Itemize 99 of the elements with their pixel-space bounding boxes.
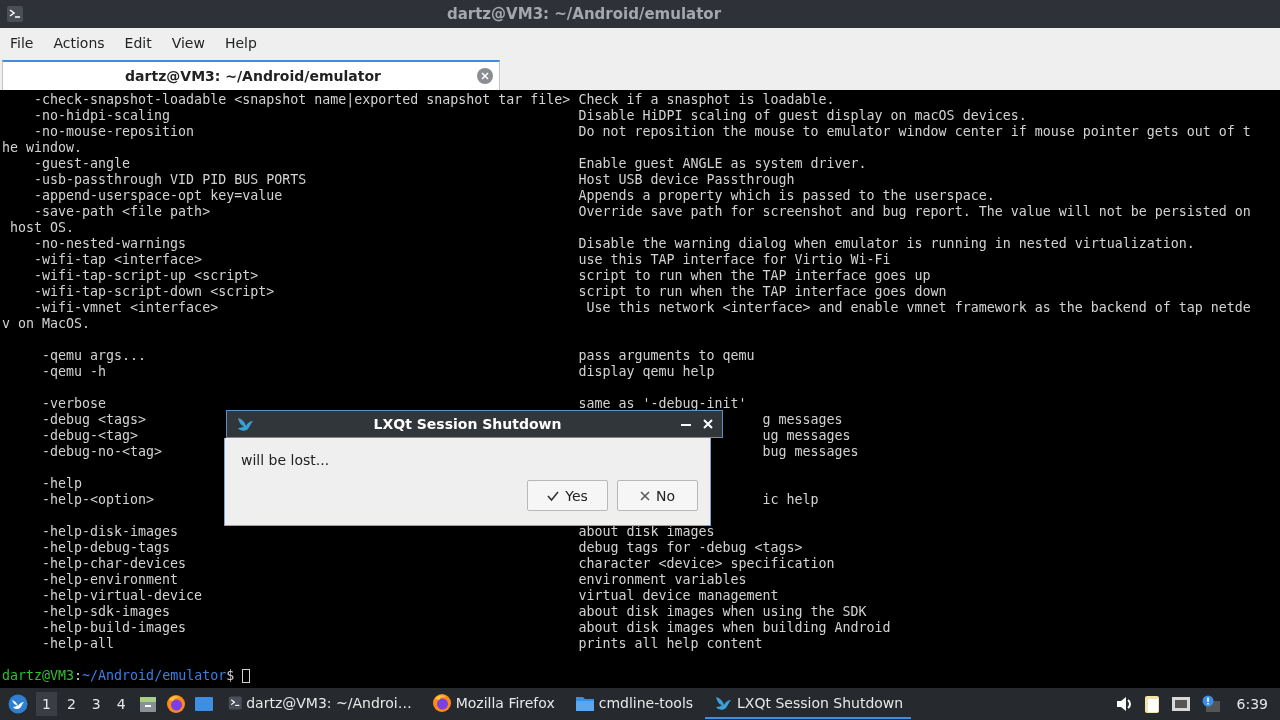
- description-text: virtual device management: [578, 588, 779, 604]
- wrapped-text: host OS.: [9, 220, 75, 236]
- menu-item[interactable]: Help: [218, 32, 265, 54]
- option-text: -wifi-tap <interface>: [34, 252, 203, 268]
- option-text: -wifi-tap-script-up <script>: [34, 268, 259, 284]
- option-text: -help-sdk-images: [42, 604, 171, 620]
- option-text: -guest-angle: [34, 156, 131, 172]
- description-text: Do not reposition the mouse to emulator window center if mouse pointer gets out of t: [578, 124, 1251, 140]
- option-text: -wifi-tap-script-down <script>: [34, 284, 275, 300]
- option-text: -help-char-devices: [42, 556, 187, 572]
- clock[interactable]: 6:39: [1236, 696, 1268, 712]
- check-icon: [547, 489, 560, 502]
- notification-icon[interactable]: [1200, 695, 1221, 713]
- desktop-button[interactable]: 1: [36, 692, 57, 716]
- description-text: Use this network <interface> and enable vmnet framework as the backend of tap netde: [585, 300, 1251, 316]
- description-text: about disk images when using the SDK: [578, 604, 867, 620]
- terminal-tab[interactable]: dartz@VM3: ~/Android/emulator: [2, 60, 500, 90]
- option-text: -qemu args...: [42, 348, 147, 364]
- firefox-icon: [431, 693, 452, 713]
- option-text: -help-virtual-device: [42, 588, 203, 604]
- desktop-button[interactable]: 2: [60, 692, 82, 716]
- option-text: -no-hidpi-scaling: [34, 108, 171, 124]
- yes-button[interactable]: Yes: [527, 480, 608, 511]
- description-text: Appends a property which is passed to the userspace.: [578, 188, 995, 204]
- dialog-message: will be lost...: [241, 452, 331, 468]
- prompt-symbol: $: [226, 668, 235, 684]
- option-text: -debug <tags>: [42, 412, 147, 428]
- firefox-icon[interactable]: [165, 694, 186, 714]
- description-text: Host USB device Passthrough: [578, 172, 795, 188]
- volume-icon[interactable]: [1114, 695, 1133, 713]
- description-text: Disable the warning dialog when emulator is running in nested virtualization.: [578, 236, 1195, 252]
- description-text: display qemu help: [578, 364, 715, 380]
- description-text: Override save path for screenshot and bug report. The value will not be persisted on: [578, 204, 1251, 220]
- prompt-user: dartz@VM3: [2, 668, 75, 684]
- option-text: -help-build-images: [42, 620, 187, 636]
- dialog-title: LXQt Session Shutdown: [372, 416, 563, 432]
- menu-item[interactable]: File: [4, 32, 42, 54]
- option-text: -help-environment: [42, 572, 179, 588]
- option-text: -qemu -h: [42, 364, 107, 380]
- taskbar-task[interactable]: Mozilla Firefox: [423, 689, 563, 719]
- network-icon[interactable]: [1170, 695, 1191, 713]
- description-text: script to run when the TAP interface goes down: [578, 284, 947, 300]
- close-icon[interactable]: [702, 418, 714, 430]
- description-text: Disable HiDPI scaling of guest display on macOS devices.: [578, 108, 1027, 124]
- wrapped-text: v on MacOS.: [2, 316, 91, 332]
- description-text: same as '-debug-init': [578, 396, 747, 412]
- option-text: -help-debug-tags: [42, 540, 171, 556]
- desktop-button[interactable]: 3: [85, 692, 107, 716]
- description-text: ug messages: [762, 428, 851, 444]
- show-desktop-icon[interactable]: [193, 695, 214, 713]
- description-text: pass arguments to qemu: [578, 348, 755, 364]
- option-text: -debug-no-<tag>: [42, 444, 163, 460]
- tab-label: dartz@VM3: ~/Android/emulator: [124, 68, 382, 84]
- file-manager-icon[interactable]: [137, 694, 158, 714]
- option-text: -help-all: [42, 636, 115, 652]
- menu-item[interactable]: View: [165, 32, 213, 54]
- description-text: debug tags for -debug <tags>: [578, 540, 803, 556]
- description-text: prints all help content: [578, 636, 763, 652]
- option-text: -append-userspace-opt key=value: [34, 188, 283, 204]
- option-text: -save-path <file path>: [34, 204, 211, 220]
- description-text: character <device> specification: [578, 556, 835, 572]
- taskbar-task[interactable]: LXQt Session Shutdown: [705, 689, 912, 719]
- description-text: use this TAP interface for Virtio Wi-Fi: [578, 252, 891, 268]
- terminal-icon: [227, 694, 243, 712]
- option-text: -no-nested-warnings: [34, 236, 187, 252]
- prompt-separator: :: [74, 668, 83, 684]
- description-text: Check if a snasphot is loadable.: [578, 92, 835, 108]
- text-cursor: [242, 669, 251, 683]
- option-text: -verbose: [42, 396, 107, 412]
- terminal-icon: [6, 5, 24, 23]
- folder-icon: [574, 694, 595, 712]
- window-title: dartz@VM3: ~/Android/emulator: [445, 5, 723, 23]
- description-text: g messages: [762, 412, 843, 428]
- description-text: ic help: [762, 492, 819, 508]
- option-text: -help-<option>: [42, 492, 155, 508]
- description-text: script to run when the TAP interface goes up: [578, 268, 931, 284]
- option-text: -check-snapshot-loadable <snapshot name|exported snapshot tar file>: [34, 92, 571, 108]
- option-text: -debug-<tag>: [42, 428, 139, 444]
- wrapped-text: he window.: [2, 140, 83, 156]
- description-text: about disk images: [578, 524, 715, 540]
- menu-item[interactable]: Edit: [118, 32, 160, 54]
- no-button[interactable]: No: [617, 480, 698, 511]
- description-text: bug messages: [762, 444, 859, 460]
- option-text: -no-mouse-reposition: [34, 124, 195, 140]
- prompt-path: ~/Android/emulator: [82, 668, 227, 684]
- option-text: -help-disk-images: [42, 524, 179, 540]
- taskbar-task[interactable]: cmdline-tools: [566, 689, 702, 719]
- option-text: -wifi-vmnet <interface>: [34, 300, 219, 316]
- taskbar-task[interactable]: dartz@VM3: ~/Androi…: [219, 689, 420, 719]
- cross-icon: [639, 490, 650, 501]
- description-text: Enable guest ANGLE as system driver.: [578, 156, 867, 172]
- bird-icon: [8, 694, 28, 714]
- description-text: about disk images when building Android: [578, 620, 891, 636]
- option-text: -help: [42, 476, 83, 492]
- description-text: environment variables: [578, 572, 747, 588]
- option-text: -usb-passthrough VID PID BUS PORTS: [34, 172, 307, 188]
- clipboard-icon[interactable]: [1142, 694, 1161, 714]
- desktop-button[interactable]: 4: [110, 692, 132, 716]
- menu-item[interactable]: Actions: [47, 32, 113, 54]
